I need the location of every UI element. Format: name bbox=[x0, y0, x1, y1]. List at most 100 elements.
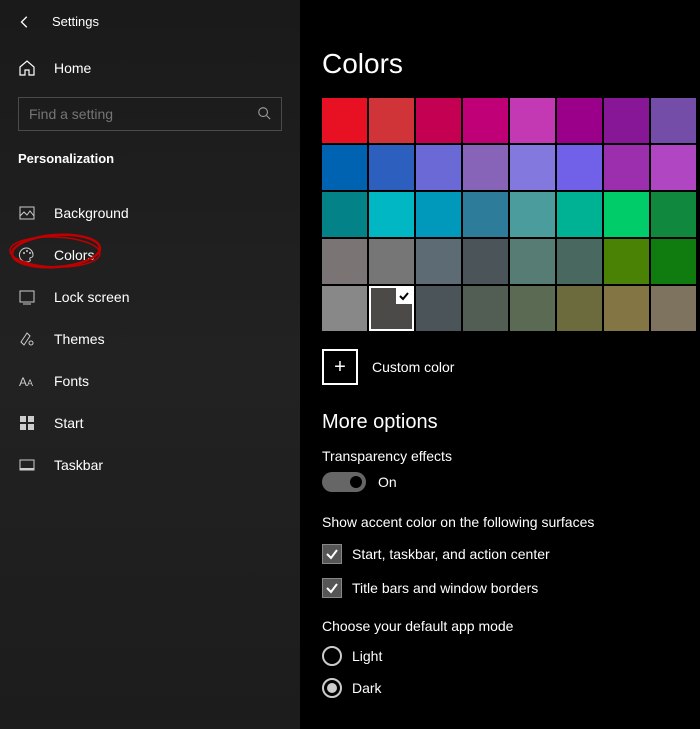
app-mode-heading: Choose your default app mode bbox=[322, 618, 700, 634]
sidebar-item-label: Home bbox=[54, 60, 91, 76]
radio-icon[interactable] bbox=[322, 678, 342, 698]
color-swatch[interactable] bbox=[604, 286, 649, 331]
color-swatch[interactable] bbox=[322, 145, 367, 190]
color-swatch[interactable] bbox=[604, 192, 649, 237]
check-titlebars[interactable]: Title bars and window borders bbox=[322, 578, 700, 598]
color-swatch[interactable] bbox=[604, 145, 649, 190]
sidebar-item-label: Colors bbox=[54, 247, 94, 263]
svg-text:A: A bbox=[19, 375, 27, 389]
color-swatch[interactable] bbox=[557, 286, 602, 331]
color-swatch[interactable] bbox=[557, 145, 602, 190]
search-field[interactable] bbox=[29, 106, 257, 122]
radio-dot bbox=[327, 683, 337, 693]
main-heading: Colors bbox=[322, 48, 700, 80]
color-swatch[interactable] bbox=[369, 239, 414, 284]
sidebar-item-home[interactable]: Home bbox=[0, 49, 300, 87]
custom-color-label: Custom color bbox=[372, 359, 454, 375]
color-swatch[interactable] bbox=[416, 98, 461, 143]
transparency-toggle[interactable]: On bbox=[322, 472, 700, 492]
checkbox-icon[interactable] bbox=[322, 578, 342, 598]
checkbox-label: Start, taskbar, and action center bbox=[352, 546, 550, 562]
radio-light[interactable]: Light bbox=[322, 646, 700, 666]
color-swatch[interactable] bbox=[416, 145, 461, 190]
sidebar-item-background[interactable]: Background bbox=[0, 192, 300, 234]
sidebar-item-label: Fonts bbox=[54, 373, 89, 389]
taskbar-icon bbox=[18, 456, 36, 474]
color-swatch[interactable] bbox=[416, 286, 461, 331]
sidebar-item-label: Taskbar bbox=[54, 457, 103, 473]
sidebar-item-colors[interactable]: Colors bbox=[0, 234, 300, 276]
color-swatch[interactable] bbox=[651, 145, 696, 190]
color-swatch[interactable] bbox=[416, 192, 461, 237]
back-icon[interactable] bbox=[18, 15, 32, 29]
plus-icon[interactable]: + bbox=[322, 349, 358, 385]
accent-surfaces-heading: Show accent color on the following surfa… bbox=[322, 514, 700, 530]
check-icon bbox=[396, 288, 412, 304]
color-swatch[interactable] bbox=[369, 145, 414, 190]
color-swatch[interactable] bbox=[322, 192, 367, 237]
sidebar-item-label: Background bbox=[54, 205, 129, 221]
color-swatch[interactable] bbox=[557, 98, 602, 143]
sidebar-item-fonts[interactable]: AA Fonts bbox=[0, 360, 300, 402]
sidebar-item-label: Themes bbox=[54, 331, 105, 347]
color-swatch[interactable] bbox=[510, 239, 555, 284]
radio-label: Light bbox=[352, 648, 382, 664]
color-swatch[interactable] bbox=[463, 145, 508, 190]
color-swatch[interactable] bbox=[510, 145, 555, 190]
color-swatch[interactable] bbox=[463, 192, 508, 237]
svg-text:A: A bbox=[27, 378, 33, 388]
page-title: Settings bbox=[52, 14, 99, 29]
radio-dark[interactable]: Dark bbox=[322, 678, 700, 698]
color-swatch[interactable] bbox=[604, 98, 649, 143]
color-swatch[interactable] bbox=[510, 192, 555, 237]
lockscreen-icon bbox=[18, 288, 36, 306]
color-swatch[interactable] bbox=[651, 98, 696, 143]
color-swatch[interactable] bbox=[604, 239, 649, 284]
checkbox-label: Title bars and window borders bbox=[352, 580, 538, 596]
fonts-icon: AA bbox=[18, 372, 36, 390]
custom-color-row[interactable]: + Custom color bbox=[322, 349, 700, 385]
color-swatch[interactable] bbox=[463, 286, 508, 331]
color-swatch[interactable] bbox=[416, 239, 461, 284]
more-options-heading: More options bbox=[322, 411, 700, 434]
palette-icon bbox=[18, 246, 36, 264]
sidebar-item-themes[interactable]: Themes bbox=[0, 318, 300, 360]
color-swatch[interactable] bbox=[322, 98, 367, 143]
sidebar-item-start[interactable]: Start bbox=[0, 402, 300, 444]
check-start-taskbar[interactable]: Start, taskbar, and action center bbox=[322, 544, 700, 564]
color-swatch[interactable] bbox=[369, 192, 414, 237]
color-swatch[interactable] bbox=[510, 98, 555, 143]
color-swatch-grid bbox=[322, 98, 700, 331]
sidebar-nav: Background Colors Lock screen Themes AA … bbox=[0, 192, 300, 486]
main-panel: Colors + Custom color More options Trans… bbox=[300, 0, 700, 729]
start-icon bbox=[18, 414, 36, 432]
color-swatch[interactable] bbox=[557, 192, 602, 237]
settings-sidebar: Settings Home Personalization Background… bbox=[0, 0, 300, 729]
color-swatch[interactable] bbox=[651, 286, 696, 331]
color-swatch[interactable] bbox=[322, 239, 367, 284]
home-icon bbox=[18, 59, 36, 77]
color-swatch[interactable] bbox=[463, 239, 508, 284]
sidebar-item-lockscreen[interactable]: Lock screen bbox=[0, 276, 300, 318]
radio-label: Dark bbox=[352, 680, 382, 696]
themes-icon bbox=[18, 330, 36, 348]
color-swatch[interactable] bbox=[651, 239, 696, 284]
toggle-knob bbox=[350, 476, 362, 488]
color-swatch[interactable] bbox=[322, 286, 367, 331]
transparency-label: Transparency effects bbox=[322, 448, 700, 464]
color-swatch[interactable] bbox=[369, 286, 414, 331]
radio-icon[interactable] bbox=[322, 646, 342, 666]
toggle-state: On bbox=[378, 474, 397, 490]
checkbox-icon[interactable] bbox=[322, 544, 342, 564]
color-swatch[interactable] bbox=[651, 192, 696, 237]
sidebar-item-label: Start bbox=[54, 415, 84, 431]
toggle-track[interactable] bbox=[322, 472, 366, 492]
sidebar-item-taskbar[interactable]: Taskbar bbox=[0, 444, 300, 486]
color-swatch[interactable] bbox=[369, 98, 414, 143]
picture-icon bbox=[18, 204, 36, 222]
color-swatch[interactable] bbox=[510, 286, 555, 331]
search-input[interactable] bbox=[18, 97, 282, 131]
search-icon bbox=[257, 106, 271, 123]
color-swatch[interactable] bbox=[557, 239, 602, 284]
color-swatch[interactable] bbox=[463, 98, 508, 143]
